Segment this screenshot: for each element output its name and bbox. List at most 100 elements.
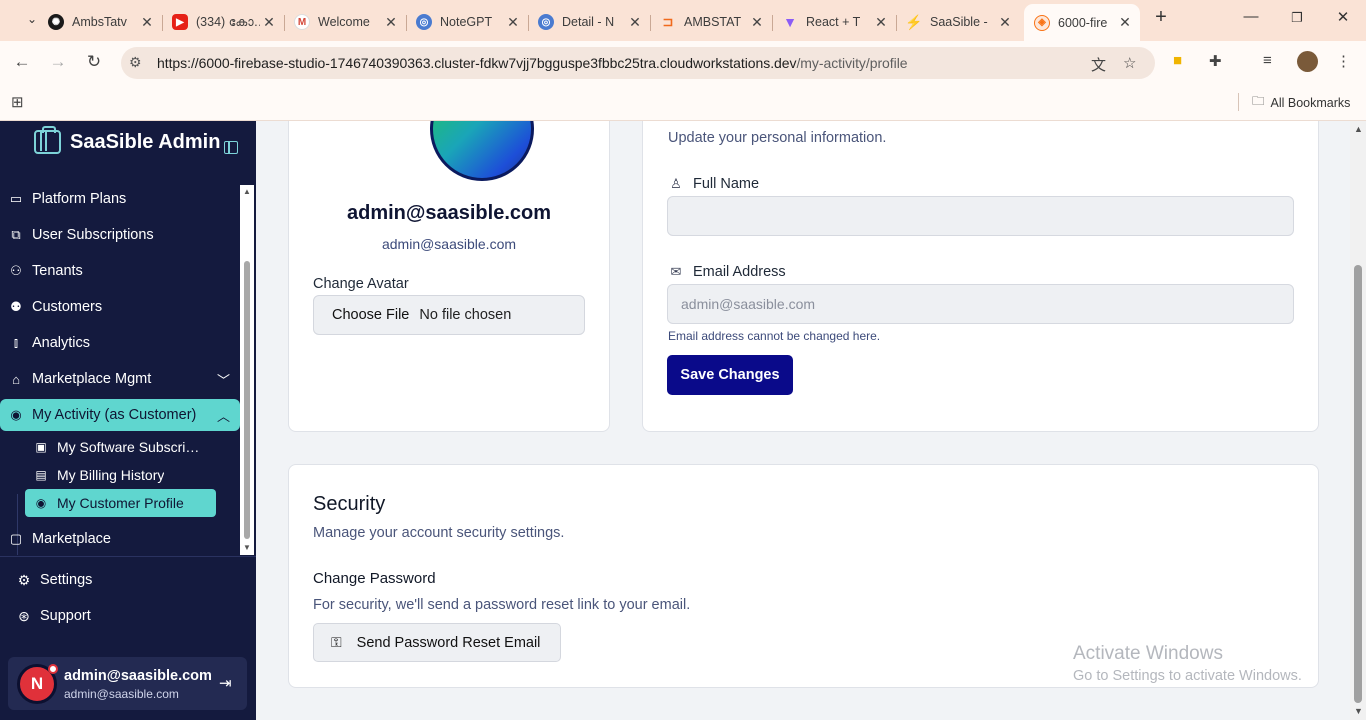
browser-tab[interactable]: M Welcome ✕ bbox=[284, 7, 407, 37]
scroll-up-arrow-icon[interactable]: ▲ bbox=[243, 187, 251, 196]
full-name-input[interactable] bbox=[667, 196, 1294, 236]
logout-icon[interactable]: ⇥ bbox=[219, 674, 232, 692]
close-tab-icon[interactable]: ✕ bbox=[382, 14, 400, 31]
gmail-icon: M bbox=[294, 14, 310, 30]
shopping-bag-icon: ▢ bbox=[9, 531, 23, 546]
file-status: No file chosen bbox=[419, 307, 512, 323]
user-email: admin@saasible.com bbox=[64, 687, 179, 701]
browser-tab-active[interactable]: ◈ 6000-fire ✕ bbox=[1024, 4, 1140, 41]
close-tab-icon[interactable]: ✕ bbox=[138, 14, 156, 31]
sidebar-scrollbar[interactable]: ▲ ▼ bbox=[240, 185, 254, 555]
change-password-label: Change Password bbox=[313, 570, 436, 587]
sidebar-item-customers[interactable]: ⚉ Customers bbox=[0, 291, 240, 323]
user-card[interactable]: N admin@saasible.com admin@saasible.com … bbox=[8, 657, 247, 710]
apps-grid-icon[interactable]: ⊞ bbox=[11, 93, 24, 111]
sidebar-item-user-subscriptions[interactable]: ⧉ User Subscriptions bbox=[0, 219, 240, 251]
browser-tab[interactable]: ▶ (334) കോ… ✕ bbox=[162, 7, 285, 37]
scroll-up-arrow-icon[interactable]: ▲ bbox=[1354, 124, 1363, 134]
scroll-down-arrow-icon[interactable]: ▼ bbox=[243, 543, 251, 552]
security-subtitle: Manage your account security settings. bbox=[313, 525, 565, 541]
page-scroll-thumb[interactable] bbox=[1354, 265, 1362, 703]
firebase-icon: ⚡ bbox=[905, 13, 923, 30]
back-icon[interactable]: ← bbox=[11, 52, 33, 72]
new-tab-icon[interactable]: + bbox=[1149, 6, 1173, 29]
personal-info-subtitle: Update your personal information. bbox=[668, 130, 887, 146]
sidebar-item-support[interactable]: ⊛ Support bbox=[0, 600, 240, 632]
lifebuoy-icon: ⊛ bbox=[18, 607, 30, 624]
mail-icon: ✉ bbox=[670, 264, 682, 279]
page-scrollbar[interactable]: ▲ ▼ bbox=[1350, 121, 1366, 720]
sidebar-item-my-activity[interactable]: ◉ My Activity (as Customer) ︿ bbox=[0, 399, 240, 431]
brand[interactable]: SaaSible Admin bbox=[34, 126, 221, 154]
all-bookmarks-button[interactable]: 🗀 All Bookmarks bbox=[1252, 92, 1350, 113]
restore-icon[interactable]: ❐ bbox=[1285, 10, 1309, 26]
bookmark-star-icon[interactable]: ☆ bbox=[1123, 54, 1136, 72]
browser-tab[interactable]: ⊐ AMBSTAT ✕ bbox=[650, 7, 773, 37]
email-field[interactable]: admin@saasible.com bbox=[667, 284, 1294, 324]
keep-extension-icon[interactable]: ■ bbox=[1173, 52, 1182, 69]
store-icon: ⌂ bbox=[12, 371, 20, 387]
windows-watermark-title: Activate Windows bbox=[1073, 643, 1223, 664]
site-settings-icon[interactable]: ⚙ bbox=[129, 54, 142, 71]
close-tab-icon[interactable]: ✕ bbox=[504, 14, 522, 31]
sidebar-subitem-billing-history[interactable]: ▤ My Billing History bbox=[25, 461, 216, 489]
avatar-file-input[interactable]: Choose File No file chosen bbox=[313, 295, 585, 335]
youtube-icon: ▶ bbox=[172, 14, 188, 30]
forward-icon[interactable]: → bbox=[47, 52, 69, 72]
full-name-label: ♙ Full Name bbox=[668, 176, 759, 192]
email-hint: Email address cannot be changed here. bbox=[668, 329, 881, 343]
reload-icon[interactable]: ↻ bbox=[83, 52, 105, 72]
sidebar-item-settings[interactable]: ⚙ Settings bbox=[0, 564, 240, 596]
close-tab-icon[interactable]: ✕ bbox=[872, 14, 890, 31]
firebase-studio-icon: ◈ bbox=[1034, 14, 1050, 31]
address-bar-row: ← → ↻ ⚙ https://6000-firebase-studio-174… bbox=[0, 41, 1366, 85]
browser-tab[interactable]: ✺ AmbsTatv ✕ bbox=[38, 7, 163, 37]
extensions-icon[interactable]: ✚ bbox=[1209, 52, 1222, 70]
profile-card: admin@saasible.com admin@saasible.com Ch… bbox=[288, 121, 610, 432]
choose-file-button[interactable]: Choose File bbox=[332, 307, 409, 323]
sidebar-subitem-software-subscriptions[interactable]: ▣ My Software Subscriptions bbox=[25, 433, 216, 461]
email-label: ✉ Email Address bbox=[668, 264, 786, 280]
close-tab-icon[interactable]: ✕ bbox=[748, 14, 766, 31]
sidebar-toggle-icon[interactable] bbox=[224, 141, 238, 154]
sidebar-item-tenants[interactable]: ⚇ Tenants bbox=[0, 255, 240, 287]
globe-icon: ◎ bbox=[538, 14, 554, 30]
tab-search-icon[interactable]: ⌄ bbox=[20, 12, 44, 26]
sidebar-item-platform-plans[interactable]: ▭ Platform Plans bbox=[0, 183, 240, 215]
browser-tab[interactable]: ⚡ SaaSible - ✕ bbox=[896, 7, 1020, 37]
browser-tab[interactable]: ◎ NoteGPT ✕ bbox=[406, 7, 529, 37]
browser-tab-bar: ✺ AmbsTatv ✕ ▶ (334) കോ… ✕ M Welcome ✕ ◎… bbox=[0, 0, 1366, 41]
sidebar-item-analytics[interactable]: ⫾ Analytics bbox=[0, 327, 240, 359]
close-tab-icon[interactable]: ✕ bbox=[626, 14, 644, 31]
menu-kebab-icon[interactable]: ⋮ bbox=[1336, 52, 1351, 70]
sidebar-item-marketplace-mgmt[interactable]: ⌂ Marketplace Mgmt ﹀ bbox=[0, 363, 240, 395]
openai-icon: ✺ bbox=[48, 14, 64, 30]
close-tab-icon[interactable]: ✕ bbox=[996, 14, 1014, 31]
subscription-icon: ⧉ bbox=[11, 227, 21, 242]
key-icon: ⚿ bbox=[331, 634, 342, 650]
sidebar-item-marketplace[interactable]: ▢ Marketplace bbox=[0, 523, 240, 555]
scroll-down-arrow-icon[interactable]: ▼ bbox=[1354, 706, 1363, 716]
main-content: admin@saasible.com admin@saasible.com Ch… bbox=[256, 121, 1350, 720]
close-window-icon[interactable]: ✕ bbox=[1331, 8, 1355, 26]
media-controls-icon[interactable]: ≡ bbox=[1263, 52, 1272, 69]
send-reset-email-button[interactable]: ⚿ Send Password Reset Email bbox=[313, 623, 561, 662]
chevron-down-icon: ﹀ bbox=[216, 372, 230, 388]
change-password-desc: For security, we'll send a password rese… bbox=[313, 597, 691, 613]
sidebar-subitem-customer-profile[interactable]: ◉ My Customer Profile bbox=[25, 489, 216, 517]
browser-tab[interactable]: ◎ Detail - N ✕ bbox=[528, 7, 651, 37]
minimize-icon[interactable]: — bbox=[1239, 8, 1263, 25]
close-tab-icon[interactable]: ✕ bbox=[260, 14, 278, 31]
url-bar[interactable]: ⚙ https://6000-firebase-studio-174674039… bbox=[121, 47, 1155, 79]
profile-avatar-icon[interactable] bbox=[1297, 51, 1318, 72]
folder-icon: 🗀 bbox=[1252, 94, 1265, 108]
close-tab-icon[interactable]: ✕ bbox=[1116, 14, 1134, 31]
translate-icon[interactable]: 文 bbox=[1091, 54, 1106, 75]
browser-tab[interactable]: ▼ React + T ✕ bbox=[772, 7, 897, 37]
id-card-icon: ▭ bbox=[9, 191, 23, 206]
sidebar-nav: ▭ Platform Plans ⧉ User Subscriptions ⚇ … bbox=[0, 183, 240, 555]
url-text: https://6000-firebase-studio-17467403903… bbox=[157, 55, 908, 71]
save-changes-button[interactable]: Save Changes bbox=[667, 355, 793, 395]
brand-name: SaaSible Admin bbox=[70, 130, 221, 153]
sidebar-scroll-thumb[interactable] bbox=[244, 261, 250, 539]
